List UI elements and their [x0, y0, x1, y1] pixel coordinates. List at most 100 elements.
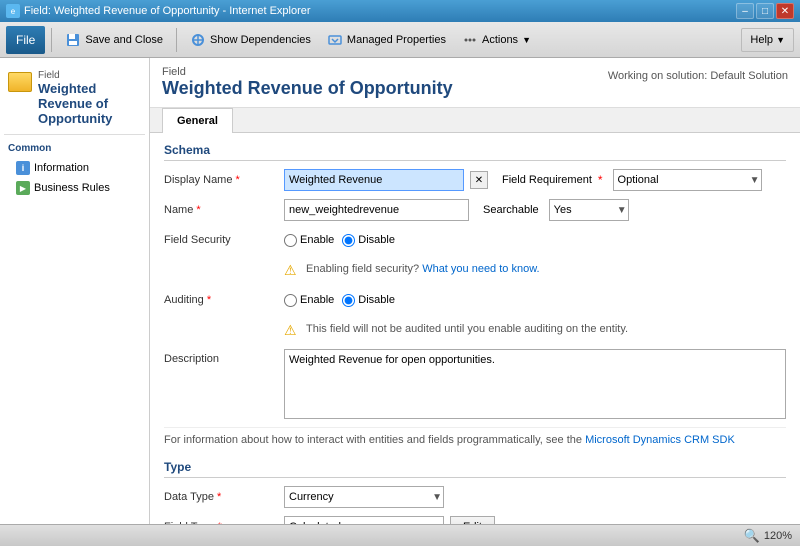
field-security-warning-link[interactable]: What you need to know. — [422, 263, 539, 275]
description-textarea[interactable]: Weighted Revenue for open opportunities. — [284, 349, 786, 419]
zoom-control: 🔍 120% — [744, 528, 792, 544]
rules-icon: ▶ — [16, 181, 30, 195]
display-name-input[interactable] — [284, 169, 464, 191]
field-type-dropdown-container: Simple Calculated Rollup ▼ — [284, 516, 444, 524]
sidebar: Field Weighted Revenue of Opportunity Co… — [0, 58, 150, 524]
restore-button[interactable]: □ — [756, 3, 774, 19]
data-type-row: Data Type * Currency Decimal Number Floa… — [164, 486, 786, 508]
main-container: Field Weighted Revenue of Opportunity Co… — [0, 58, 800, 524]
field-type-field: Simple Calculated Rollup ▼ Edit — [284, 516, 786, 524]
folder-icon — [8, 72, 32, 92]
actions-dropdown-arrow: ▼ — [522, 35, 531, 45]
auditing-field: Enable Disable — [284, 294, 786, 307]
data-type-select[interactable]: Currency Decimal Number Floating Point N… — [284, 486, 444, 508]
auditing-disable-option[interactable]: Disable — [342, 294, 395, 307]
file-button[interactable]: File — [6, 26, 45, 54]
field-security-warning-text: Enabling field security? What you need t… — [306, 263, 540, 275]
auditing-radio-group: Enable Disable — [284, 294, 395, 307]
searchable-dropdown-container: Yes No ▼ — [549, 199, 629, 221]
field-security-warning-row: ⚠ Enabling field security? What you need… — [164, 259, 786, 283]
field-requirement-select[interactable]: Optional Business Recommended Business R… — [613, 169, 762, 191]
field-security-row: Field Security Enable Disable — [164, 229, 786, 251]
close-button[interactable]: ✕ — [776, 3, 794, 19]
separator-1 — [51, 28, 52, 52]
sidebar-item-information[interactable]: i Information — [4, 158, 145, 178]
tab-strip: General — [150, 108, 800, 133]
field-type-label: Field Type * — [164, 521, 284, 524]
schema-section-title: Schema — [164, 143, 786, 161]
field-security-disable-option[interactable]: Disable — [342, 234, 395, 247]
tab-general-label: General — [177, 115, 218, 127]
info-bar: For information about how to interact wi… — [164, 427, 786, 452]
field-type-select[interactable]: Simple Calculated Rollup — [284, 516, 444, 524]
display-name-field: ✕ Field Requirement * Optional Business … — [284, 169, 786, 191]
searchable-select[interactable]: Yes No — [549, 199, 629, 221]
auditing-warning-icon: ⚠ — [284, 323, 300, 339]
managed-properties-button[interactable]: Managed Properties — [320, 26, 453, 54]
description-label: Description — [164, 349, 284, 365]
name-label: Name * — [164, 204, 284, 216]
sidebar-entity-type: Field — [38, 70, 141, 81]
name-field: Searchable Yes No ▼ — [284, 199, 786, 221]
sidebar-title-group: Field Weighted Revenue of Opportunity — [38, 70, 141, 126]
auditing-label: Auditing * — [164, 294, 284, 306]
info-bar-text: For information about how to interact wi… — [164, 434, 585, 446]
field-security-label: Field Security — [164, 234, 284, 246]
data-type-dropdown-container: Currency Decimal Number Floating Point N… — [284, 486, 444, 508]
page-header-left: Field Weighted Revenue of Opportunity — [162, 66, 453, 99]
edit-button[interactable]: Edit — [450, 516, 495, 524]
auditing-enable-radio[interactable] — [284, 294, 297, 307]
show-dependencies-label: Show Dependencies — [210, 34, 311, 46]
display-name-required: * — [236, 174, 240, 186]
help-button[interactable]: Help ▼ — [741, 28, 794, 52]
actions-icon — [462, 32, 478, 48]
title-bar: e Field: Weighted Revenue of Opportunity… — [0, 0, 800, 22]
app-icon: e — [6, 4, 20, 18]
show-dependencies-button[interactable]: Show Dependencies — [183, 26, 318, 54]
searchable-label: Searchable — [483, 204, 539, 216]
field-security-disable-radio[interactable] — [342, 234, 355, 247]
sidebar-item-business-rules[interactable]: ▶ Business Rules — [4, 178, 145, 198]
auditing-row: Auditing * Enable Disable — [164, 289, 786, 311]
window-controls: – □ ✕ — [736, 3, 794, 19]
info-bar-link[interactable]: Microsoft Dynamics CRM SDK — [585, 434, 735, 446]
field-security-enable-option[interactable]: Enable — [284, 234, 334, 247]
display-name-clear-button[interactable]: ✕ — [470, 171, 488, 189]
field-security-disable-label: Disable — [358, 234, 395, 246]
toolbar: File Save and Close Show Dependencies Ma… — [0, 22, 800, 58]
field-security-enable-label: Enable — [300, 234, 334, 246]
field-security-enable-radio[interactable] — [284, 234, 297, 247]
page-title: Weighted Revenue of Opportunity — [162, 78, 453, 99]
sidebar-item-information-label: Information — [34, 162, 89, 174]
form-content: Schema Display Name * ✕ Field Requiremen… — [150, 133, 800, 524]
display-name-label: Display Name * — [164, 174, 284, 186]
separator-2 — [176, 28, 177, 52]
help-label: Help — [750, 34, 773, 46]
description-field: Weighted Revenue for open opportunities. — [284, 349, 786, 419]
status-bar: 🔍 120% — [0, 524, 800, 546]
window-title: Field: Weighted Revenue of Opportunity -… — [24, 5, 311, 17]
tab-general[interactable]: General — [162, 108, 233, 133]
name-row: Name * Searchable Yes No ▼ — [164, 199, 786, 221]
save-close-button[interactable]: Save and Close — [58, 26, 170, 54]
auditing-disable-radio[interactable] — [342, 294, 355, 307]
toolbar-right: Help ▼ — [741, 28, 794, 52]
field-security-field: Enable Disable — [284, 234, 786, 247]
field-requirement-dropdown-container: Optional Business Recommended Business R… — [613, 169, 762, 191]
name-input[interactable] — [284, 199, 469, 221]
auditing-enable-label: Enable — [300, 294, 334, 306]
content-area: Field Weighted Revenue of Opportunity Wo… — [150, 58, 800, 524]
sidebar-entity-name: Weighted Revenue of Opportunity — [38, 81, 141, 126]
auditing-warning-row: ⚠ This field will not be audited until y… — [164, 319, 786, 343]
auditing-warning-text: This field will not be audited until you… — [306, 323, 628, 335]
managed-icon — [327, 32, 343, 48]
help-arrow: ▼ — [776, 35, 785, 45]
zoom-level: 120% — [764, 530, 792, 542]
zoom-icon: 🔍 — [744, 528, 760, 544]
actions-button[interactable]: Actions ▼ — [455, 26, 538, 54]
minimize-button[interactable]: – — [736, 3, 754, 19]
display-name-row: Display Name * ✕ Field Requirement * Opt… — [164, 169, 786, 191]
page-header: Field Weighted Revenue of Opportunity Wo… — [150, 58, 800, 108]
field-security-warning-icon: ⚠ — [284, 263, 300, 279]
auditing-enable-option[interactable]: Enable — [284, 294, 334, 307]
